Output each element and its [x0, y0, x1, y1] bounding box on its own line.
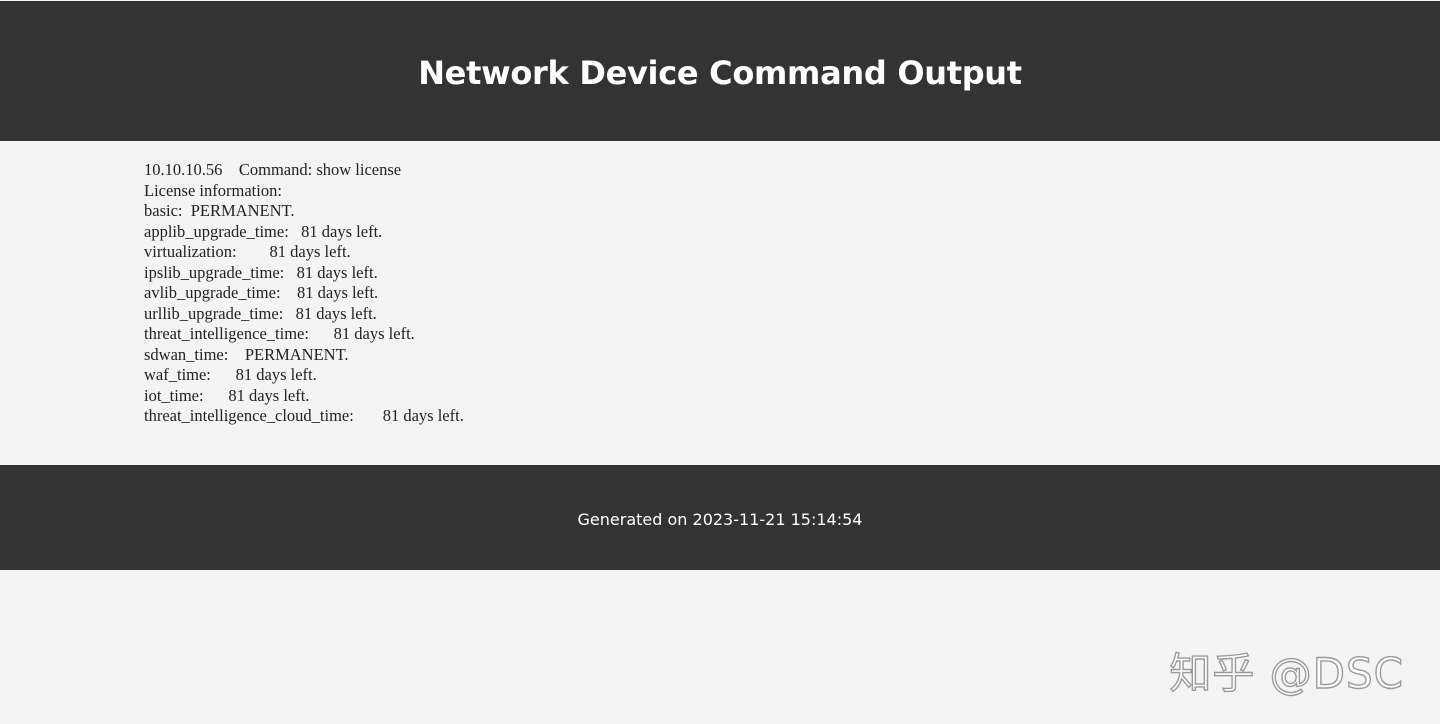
output-line: threat_intelligence_time: 81 days left. — [144, 324, 415, 343]
output-line: applib_upgrade_time: 81 days left. — [144, 221, 383, 241]
page-header: Network Device Command Output — [0, 1, 1440, 141]
output-line: iot_time: 81 days left. — [144, 385, 310, 405]
output-line: License information: — [144, 180, 282, 200]
watermark: 知乎 @DSC — [1169, 648, 1404, 698]
output-line: 10.10.10.56 Command: show license — [144, 160, 402, 179]
generated-timestamp: Generated on 2023-11-21 15:14:54 — [577, 510, 863, 529]
output-line: sdwan_time: PERMANENT. — [144, 344, 349, 364]
page-footer: Generated on 2023-11-21 15:14:54 — [0, 465, 1440, 570]
output-line: waf_time: 81 days left. — [144, 365, 317, 384]
output-line: virtualization: 81 days left. — [144, 242, 351, 261]
output-line: avlib_upgrade_time: 81 days left. — [144, 283, 379, 302]
page-title: Network Device Command Output — [418, 54, 1022, 92]
command-output: 10.10.10.56 Command: show license License… — [144, 160, 464, 427]
output-line: urllib_upgrade_time: 81 days left. — [144, 303, 377, 323]
output-line: threat_intelligence_cloud_time: 81 days … — [144, 406, 464, 425]
command-output-section: 10.10.10.56 Command: show license License… — [0, 141, 1440, 464]
output-line: ipslib_upgrade_time: 81 days left. — [144, 262, 378, 282]
output-line: basic: PERMANENT. — [144, 201, 295, 220]
